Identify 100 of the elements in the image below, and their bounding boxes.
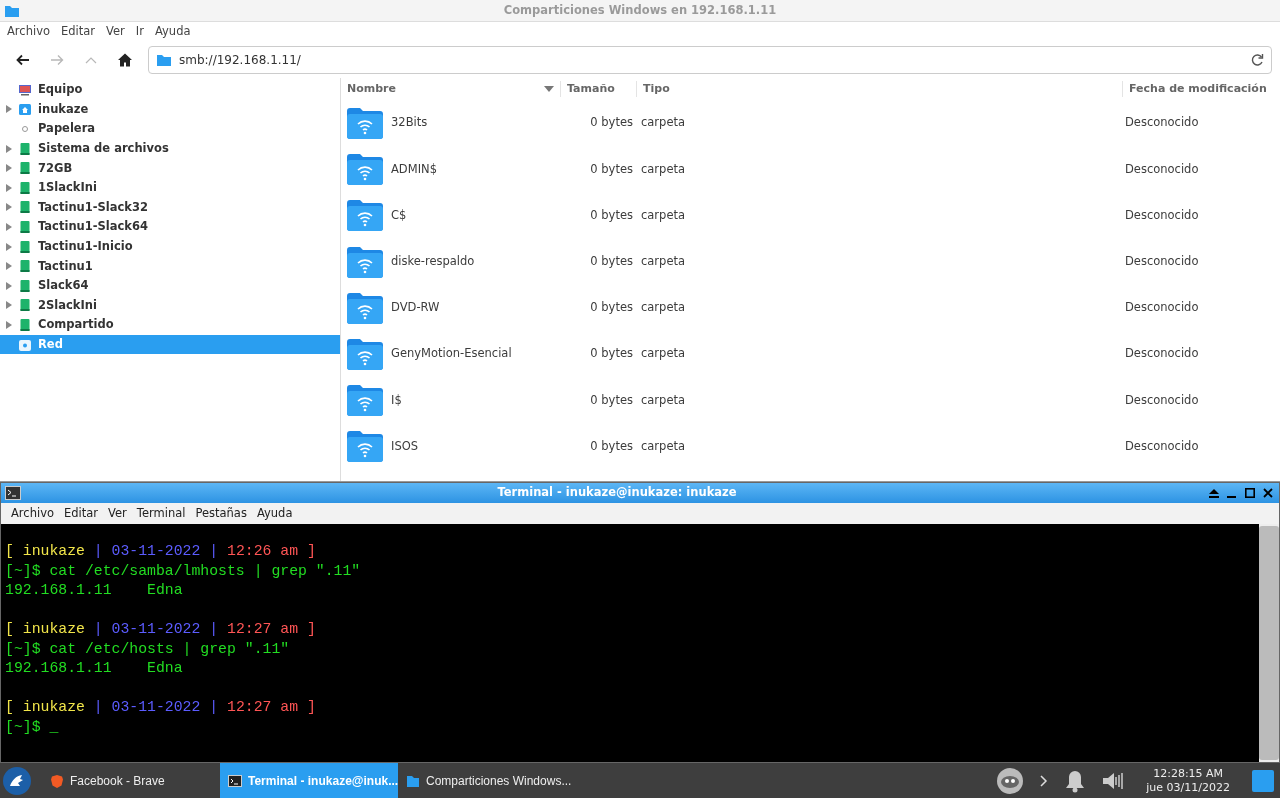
show-desktop-icon[interactable]: [1252, 769, 1274, 792]
volume-icon[interactable]: [1102, 770, 1125, 791]
file-name[interactable]: ISOS: [391, 437, 419, 456]
taskbar-button[interactable]: Comparticiones Windows...: [398, 763, 576, 798]
column-header[interactable]: Tipo: [637, 81, 1123, 97]
sidebar-item[interactable]: Tactinu1-Slack32: [0, 197, 340, 218]
menu-item[interactable]: Pestañas: [191, 504, 253, 523]
menu-item[interactable]: Editar: [58, 23, 104, 41]
network-folder-icon[interactable]: [347, 107, 383, 140]
file-date: Desconocido: [1124, 345, 1200, 363]
file-name[interactable]: ADMIN$: [391, 160, 437, 178]
terminal-line: [~]$ cat /etc/hosts | grep ".11": [5, 639, 291, 659]
taskbar-button[interactable]: Facebook - Brave: [42, 763, 220, 798]
menu-item[interactable]: Terminal: [132, 504, 192, 523]
menu-item[interactable]: Ver: [104, 504, 133, 523]
scrollbar[interactable]: [1259, 524, 1279, 762]
drive-icon: [18, 200, 32, 215]
shade-icon[interactable]: [1209, 488, 1219, 498]
folder-icon: [4, 3, 20, 18]
drive-icon: [18, 278, 32, 293]
file-type: carpeta: [640, 299, 687, 317]
menu-item[interactable]: Archivo: [7, 504, 60, 523]
file-type: carpeta: [640, 206, 687, 224]
network-folder-icon[interactable]: [347, 384, 383, 417]
chevron-icon[interactable]: [1040, 774, 1049, 787]
terminal-line: 192.168.1.11 Edna: [5, 659, 184, 678]
sidebar-item[interactable]: Tactinu1-Inicio: [0, 236, 340, 257]
sidebar-item[interactable]: Papelera: [0, 119, 340, 139]
menu-item[interactable]: Ayuda: [252, 504, 299, 523]
file-name[interactable]: DVD-RW: [391, 299, 440, 317]
network-folder-icon[interactable]: [347, 153, 383, 186]
avatar-icon[interactable]: [996, 766, 1025, 795]
expander-icon[interactable]: [6, 183, 12, 192]
column-header[interactable]: Nombre: [341, 81, 561, 97]
file-type: carpeta: [640, 253, 687, 271]
sidebar-item[interactable]: Compartido: [0, 315, 340, 335]
terminal-line: [ inukaze | 03-11-2022 | 12:26 am ]: [5, 542, 317, 561]
menu-item[interactable]: Editar: [60, 504, 105, 523]
menu-item[interactable]: Ver: [103, 23, 133, 41]
home-folder-icon: [18, 102, 32, 117]
expander-icon[interactable]: [6, 144, 12, 153]
sidebar-item[interactable]: Tactinu1: [0, 256, 340, 276]
start-menu-icon[interactable]: [2, 765, 32, 796]
menu-item[interactable]: Ayuda: [151, 23, 199, 41]
folder-icon: [406, 773, 420, 788]
bell-icon[interactable]: [1064, 768, 1087, 793]
network-folder-icon[interactable]: [347, 199, 383, 232]
drive-icon: [18, 298, 32, 313]
file-size: 0 bytes: [589, 253, 634, 271]
network-folder-icon[interactable]: [347, 245, 383, 278]
expander-icon[interactable]: [6, 301, 12, 310]
drive-icon: [18, 141, 32, 156]
file-date: Desconocido: [1124, 114, 1200, 132]
location-field[interactable]: smb://192.168.1.11/: [148, 46, 1272, 74]
file-date: Desconocido: [1124, 160, 1200, 178]
expander-icon[interactable]: [6, 222, 12, 231]
network-folder-icon[interactable]: [347, 338, 383, 371]
file-name[interactable]: diske-respaldo: [391, 253, 475, 271]
file-name[interactable]: C$: [391, 206, 407, 225]
file-type: carpeta: [640, 160, 687, 178]
expander-icon[interactable]: [6, 242, 12, 251]
column-header[interactable]: Fecha de modificación: [1123, 81, 1280, 97]
file-name[interactable]: I$: [391, 391, 402, 409]
expander-icon[interactable]: [6, 320, 12, 329]
sidebar-item[interactable]: Slack64: [0, 275, 340, 296]
file-name[interactable]: 32Bits: [391, 114, 428, 132]
sidebar-item[interactable]: Tactinu1-Slack64: [0, 217, 340, 237]
expander-icon[interactable]: [6, 262, 12, 271]
expander-icon[interactable]: [6, 105, 12, 114]
expander-icon[interactable]: [6, 203, 12, 212]
network-folder-icon[interactable]: [347, 430, 383, 463]
folder-icon: [156, 53, 172, 67]
menu-item[interactable]: Ir: [132, 23, 152, 41]
file-name[interactable]: GenyMotion-Esencial: [391, 345, 512, 363]
file-date: Desconocido: [1124, 391, 1200, 409]
computer-icon: [18, 82, 32, 97]
home-icon: [117, 52, 133, 68]
expander-icon[interactable]: [6, 281, 12, 290]
terminal-line: [~]$ cat /etc/samba/lmhosts | grep ".11": [5, 561, 362, 581]
sidebar-item[interactable]: Equipo: [0, 80, 340, 100]
terminal-line: [ inukaze | 03-11-2022 | 12:27 am ]: [5, 698, 317, 717]
menu-item[interactable]: Archivo: [4, 23, 58, 41]
sidebar-item[interactable]: inukaze: [0, 99, 340, 120]
expander-icon[interactable]: [6, 164, 12, 173]
clock[interactable]: 12:28:15 AM jue 03/11/2022: [1140, 766, 1236, 795]
maximize-icon[interactable]: [1245, 488, 1255, 498]
sidebar-item[interactable]: Sistema de archivos: [0, 138, 340, 159]
close-icon[interactable]: [1263, 488, 1273, 498]
sidebar-item[interactable]: 1SlackIni: [0, 177, 340, 198]
terminal-line: [ inukaze | 03-11-2022 | 12:27 am ]: [5, 620, 317, 639]
drive-icon: [18, 239, 32, 254]
sidebar-item[interactable]: 2SlackIni: [0, 295, 340, 316]
sidebar-item[interactable]: 72GB: [0, 158, 340, 178]
forward-arrow-icon: [49, 52, 65, 68]
reload-icon[interactable]: [1250, 53, 1264, 67]
network-folder-icon[interactable]: [347, 291, 383, 324]
window-title: Terminal - inukaze@inukaze: inukaze: [496, 484, 738, 502]
column-header[interactable]: Tamaño: [561, 81, 637, 97]
file-size: 0 bytes: [589, 160, 634, 178]
file-size: 0 bytes: [589, 437, 634, 455]
